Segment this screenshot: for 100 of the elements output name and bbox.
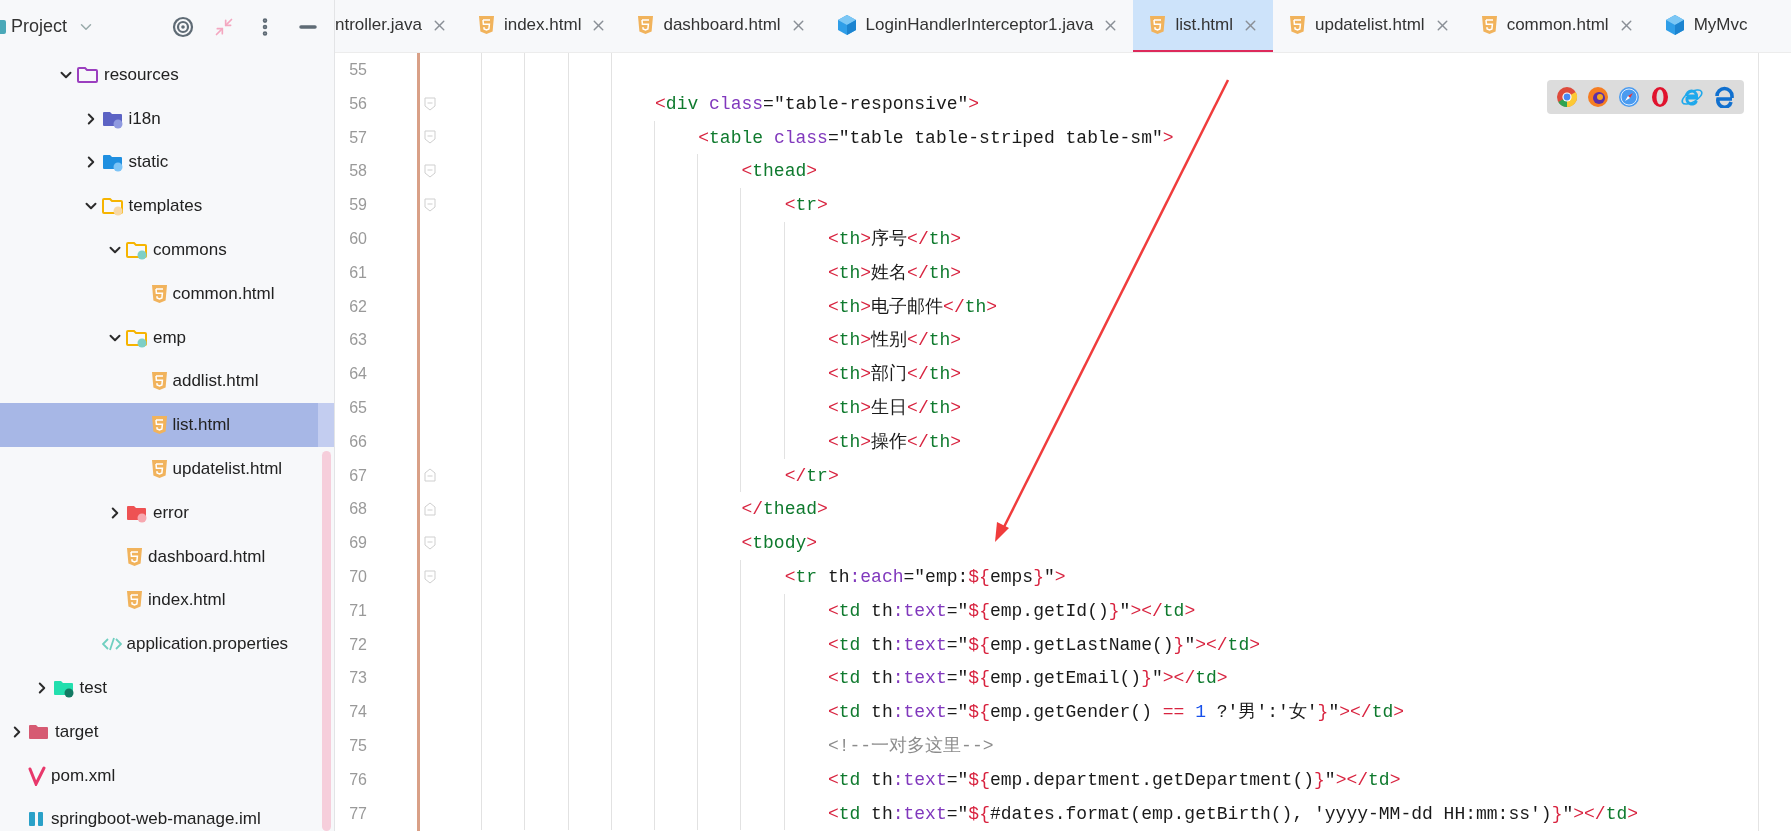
line-number: 68 [348,499,367,520]
folder-icon [52,678,75,699]
code-line: <tr th:each="emp:${emps}"> [784,566,1066,587]
browser-icon[interactable] [1713,86,1735,108]
code-line: <td th:text="${emp.department.getDepartment()}"></td> [827,769,1401,790]
editor-tab[interactable]: ntroller.java [335,0,462,52]
editor-tab[interactable]: common.html [1464,0,1649,52]
scrollbar[interactable] [322,451,331,831]
line-number: 74 [348,702,367,723]
html-file-icon [637,15,655,35]
code-line: <th>部门</th> [827,364,962,385]
browser-icon[interactable] [1618,86,1640,108]
line-number: 77 [348,803,367,824]
html-file-icon [150,283,168,304]
line-number: 60 [348,229,367,249]
tree-item[interactable]: test [0,666,334,710]
code-line: <th>性别</th> [827,330,962,351]
tree-item[interactable]: resources [0,53,334,97]
line-number: 61 [348,262,367,283]
tree-item[interactable]: emp [0,315,334,360]
line-number: 67 [348,465,367,486]
html-file-icon [150,459,168,480]
html-file-icon [150,371,168,392]
tree-item[interactable]: springboot-web-manage.iml [0,797,334,831]
code-line: <td th:text="${emp.getGender() == 1 ?'男':'女'}"></td> [827,702,1405,723]
tree-item[interactable]: i18n [0,96,334,141]
line-number: 57 [348,127,367,148]
html-file-icon [126,590,143,611]
code-line: <th>序号</th> [827,229,962,249]
tree-item[interactable]: target [0,709,334,754]
line-number: 73 [348,668,367,689]
tree-item[interactable]: common.html [0,272,334,316]
cube-icon [836,14,857,36]
tree-item[interactable]: application.properties [0,622,334,667]
line-number: 66 [348,431,367,452]
line-number: 58 [348,161,367,182]
tree-item[interactable]: pom.xml [0,753,334,798]
folder-icon [101,196,124,217]
code-line: <th>生日</th> [827,397,962,418]
editor-tab[interactable]: index.html [461,0,622,52]
folder-icon [77,64,99,85]
code-line: <td th:text="${emp.getId()}"></td> [827,600,1196,621]
editor-tab[interactable]: dashboard.html [621,0,821,52]
html-file-icon [150,415,168,436]
line-number: 75 [348,735,367,756]
line-number: 56 [348,93,367,114]
code-file-icon [101,636,122,653]
tree-item[interactable]: dashboard.html [0,534,334,579]
html-file-icon [1149,15,1167,35]
line-number: 69 [348,533,367,554]
browser-icon[interactable] [1556,86,1578,108]
code-line: </tr> [784,465,839,486]
line-number: 70 [348,566,367,587]
editor-tab[interactable]: LoginHandlerInterceptor1.java [820,0,1134,52]
project-icon [0,19,6,34]
code-line: <tr> [784,195,828,216]
code-line: <td th:text="${#dates.format(emp.getBirth(), 'yyyy-MM-dd HH:mm:ss')}"></td> [827,803,1639,824]
code-line: <th>电子邮件</th> [827,296,998,317]
tree-item[interactable]: templates [0,184,334,229]
browser-icon[interactable] [1649,86,1671,108]
code-line: <div class="table-responsive"> [655,93,980,114]
editor-tab[interactable]: MyMvc [1648,0,1762,52]
line-number: 55 [348,60,367,80]
editor-tab[interactable]: list.html [1133,0,1273,52]
html-file-icon [477,15,495,35]
tree-item[interactable]: error [0,490,334,535]
line-number: 63 [348,330,367,351]
line-number: 59 [348,195,367,216]
code-line: <td th:text="${emp.getLastName()}"></td> [827,634,1261,655]
code-line: <tbody> [741,533,818,554]
panel-title[interactable]: Project [11,16,96,37]
line-number: 72 [348,634,367,655]
code-line: <!--一对多这里--> [827,735,994,756]
code-line: </thead> [741,499,828,520]
html-file-icon [126,546,143,567]
line-number: 62 [348,296,367,317]
tree-item[interactable]: list.html [0,403,334,448]
tree-item[interactable]: commons [0,228,334,272]
code-line: <thead> [741,161,818,182]
html-file-icon [1480,15,1498,35]
line-number: 64 [348,364,367,385]
folder-icon [126,327,148,348]
line-number: 76 [348,769,367,790]
module-file-icon [28,810,46,829]
browser-icon[interactable] [1587,86,1609,108]
tree-item[interactable]: index.html [0,578,334,623]
collapse-icon[interactable] [214,16,234,37]
tree-item[interactable]: addlist.html [0,359,334,404]
folder-icon [101,152,124,173]
code-line: <th>操作</th> [827,431,962,452]
cube-icon [1664,14,1685,36]
line-number: 65 [348,397,367,418]
editor-tab[interactable]: updatelist.html [1273,0,1465,52]
target-icon[interactable] [172,15,194,38]
v-mark-icon [28,765,46,786]
line-number: 71 [348,600,367,621]
code-line: <td th:text="${emp.getEmail()}"></td> [827,668,1228,689]
tree-item[interactable]: static [0,140,334,185]
code-line: <th>姓名</th> [827,262,962,283]
tree-item[interactable]: updatelist.html [0,447,334,491]
